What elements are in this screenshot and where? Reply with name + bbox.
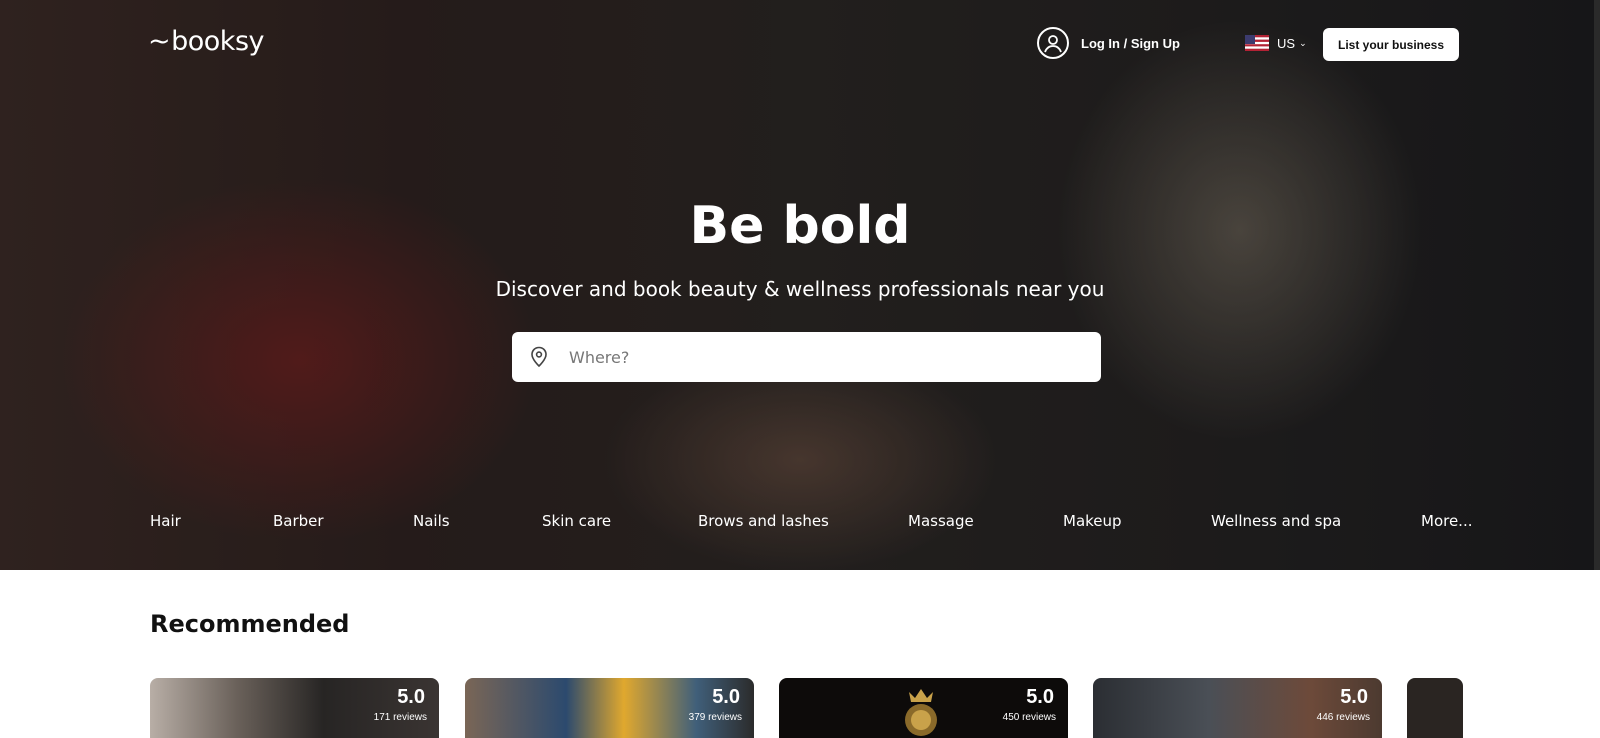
chevron-down-icon: ⌄ <box>1299 37 1307 48</box>
hero-banner: ~booksy Log In / Sign Up US ⌄ List your … <box>0 0 1600 570</box>
hero-edge-scrollbar <box>1594 0 1600 570</box>
card-review-count: 379 reviews <box>688 712 742 723</box>
category-barber[interactable]: Barber <box>273 512 324 530</box>
hero-subtitle: Discover and book beauty & wellness prof… <box>495 277 1105 301</box>
recommended-card[interactable]: 5.0 450 reviews <box>779 678 1068 738</box>
category-nails[interactable]: Nails <box>413 512 450 530</box>
recommended-card-partial[interactable] <box>1407 678 1463 738</box>
user-circle-icon <box>1037 27 1069 59</box>
category-more[interactable]: More... <box>1421 512 1473 530</box>
recommended-heading: Recommended <box>150 610 350 638</box>
card-rating: 5.0 <box>1340 686 1368 708</box>
recommended-card[interactable]: 5.0 379 reviews <box>465 678 754 738</box>
logo-text: booksy <box>171 26 264 57</box>
category-skin-care[interactable]: Skin care <box>542 512 611 530</box>
logo-swoosh-icon: ~ <box>148 26 171 57</box>
locale-label: US <box>1277 35 1296 51</box>
hero-title: Be bold <box>689 196 911 256</box>
card-review-count: 171 reviews <box>373 712 427 723</box>
location-search-box[interactable] <box>512 332 1101 382</box>
locale-selector[interactable]: US ⌄ <box>1245 35 1307 51</box>
card-rating: 5.0 <box>712 686 740 708</box>
list-your-business-button[interactable]: List your business <box>1323 28 1459 61</box>
us-flag-icon <box>1245 35 1269 51</box>
category-brows-and-lashes[interactable]: Brows and lashes <box>698 512 829 530</box>
booksy-logo[interactable]: ~booksy <box>148 26 264 57</box>
map-pin-icon <box>531 346 547 368</box>
recommended-card[interactable]: 5.0 446 reviews <box>1093 678 1382 738</box>
recommended-card[interactable]: 5.0 171 reviews <box>150 678 439 738</box>
card-rating: 5.0 <box>397 686 425 708</box>
category-wellness-and-spa[interactable]: Wellness and spa <box>1211 512 1341 530</box>
lion-crown-logo-icon <box>905 689 937 736</box>
login-signup-label: Log In / Sign Up <box>1081 35 1180 51</box>
card-review-count: 450 reviews <box>1002 712 1056 723</box>
card-rating: 5.0 <box>1026 686 1054 708</box>
location-search-input[interactable] <box>567 346 1091 368</box>
category-makeup[interactable]: Makeup <box>1063 512 1122 530</box>
category-hair[interactable]: Hair <box>150 512 181 530</box>
card-review-count: 446 reviews <box>1316 712 1370 723</box>
category-massage[interactable]: Massage <box>908 512 974 530</box>
login-signup-link[interactable]: Log In / Sign Up <box>1037 27 1180 59</box>
